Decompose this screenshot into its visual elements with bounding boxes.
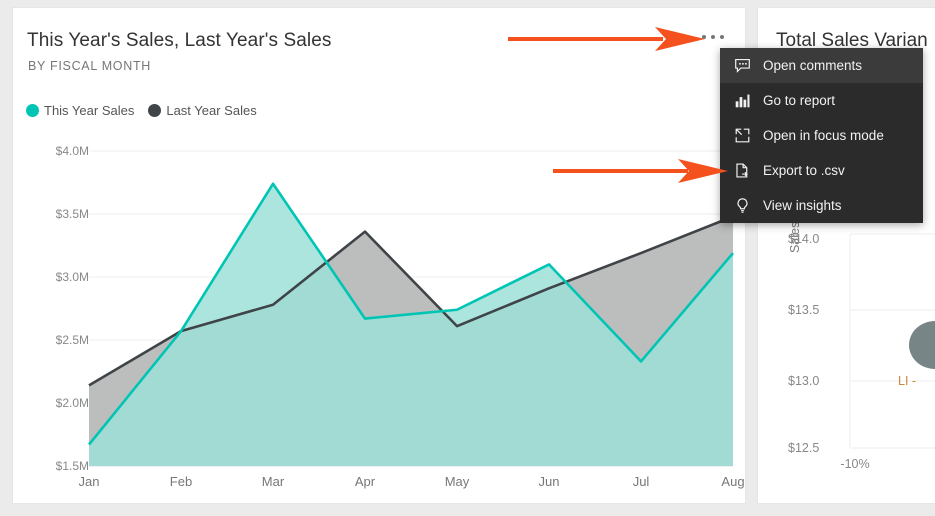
menu-item-label: Go to report bbox=[763, 93, 836, 108]
x-axis-tick-aug: Aug bbox=[721, 474, 745, 489]
menu-item-label: Open comments bbox=[763, 58, 863, 73]
y-axis-tick-4: $2.0M bbox=[55, 396, 89, 410]
y-axis-tick-3: $2.5M bbox=[55, 333, 89, 347]
ellipsis-dot-icon bbox=[711, 35, 715, 39]
ellipsis-dot-icon bbox=[720, 35, 724, 39]
menu-item-open-comments[interactable]: Open comments bbox=[720, 48, 923, 83]
x-axis-tick-feb: Feb bbox=[169, 474, 193, 489]
screenshot-root: Total Sales Varian Sales Per Sq F $14.0 … bbox=[0, 0, 935, 516]
y-axis-tick-5: $1.5M bbox=[55, 459, 89, 473]
x-axis-tick-jan: Jan bbox=[78, 474, 100, 489]
y-axis-tick-1: $3.5M bbox=[55, 207, 89, 221]
x-axis-tick-mar: Mar bbox=[261, 474, 285, 489]
export-file-icon bbox=[734, 162, 751, 179]
bar-chart-icon bbox=[734, 92, 751, 109]
area-chart: $4.0M $3.5M $3.0M $2.5M $2.0M $1.5M Jan Feb Mar… bbox=[13, 8, 745, 503]
comment-icon bbox=[734, 57, 751, 74]
focus-mode-icon bbox=[734, 127, 751, 144]
menu-item-label: Export to .csv bbox=[763, 163, 845, 178]
arrow-to-ellipsis-icon bbox=[508, 27, 705, 51]
menu-item-label: Open in focus mode bbox=[763, 128, 884, 143]
chart-series bbox=[87, 182, 734, 466]
menu-item-view-insights[interactable]: View insights bbox=[720, 188, 923, 223]
menu-item-export-to-csv[interactable]: Export to .csv bbox=[720, 153, 923, 188]
menu-item-open-in-focus-mode[interactable]: Open in focus mode bbox=[720, 118, 923, 153]
menu-item-label: View insights bbox=[763, 198, 842, 213]
x-axis-tick-jun: Jun bbox=[538, 474, 560, 489]
x-axis-tick-apr: Apr bbox=[354, 474, 376, 489]
lightbulb-icon bbox=[734, 197, 751, 214]
y-axis-tick-2: $3.0M bbox=[55, 270, 89, 284]
x-axis-tick-may: May bbox=[444, 474, 470, 489]
arrow-to-export-csv-icon bbox=[553, 159, 728, 183]
right-chart-point-label: LI - bbox=[898, 374, 917, 388]
menu-item-go-to-report[interactable]: Go to report bbox=[720, 83, 923, 118]
y-axis-tick-0: $4.0M bbox=[55, 144, 89, 158]
x-axis-tick-jul: Jul bbox=[632, 474, 650, 489]
context-menu[interactable]: Open comments Go to report Open in focus m… bbox=[720, 48, 923, 223]
chart-y-axis: $4.0M $3.5M $3.0M $2.5M $2.0M $1.5M bbox=[13, 8, 89, 503]
